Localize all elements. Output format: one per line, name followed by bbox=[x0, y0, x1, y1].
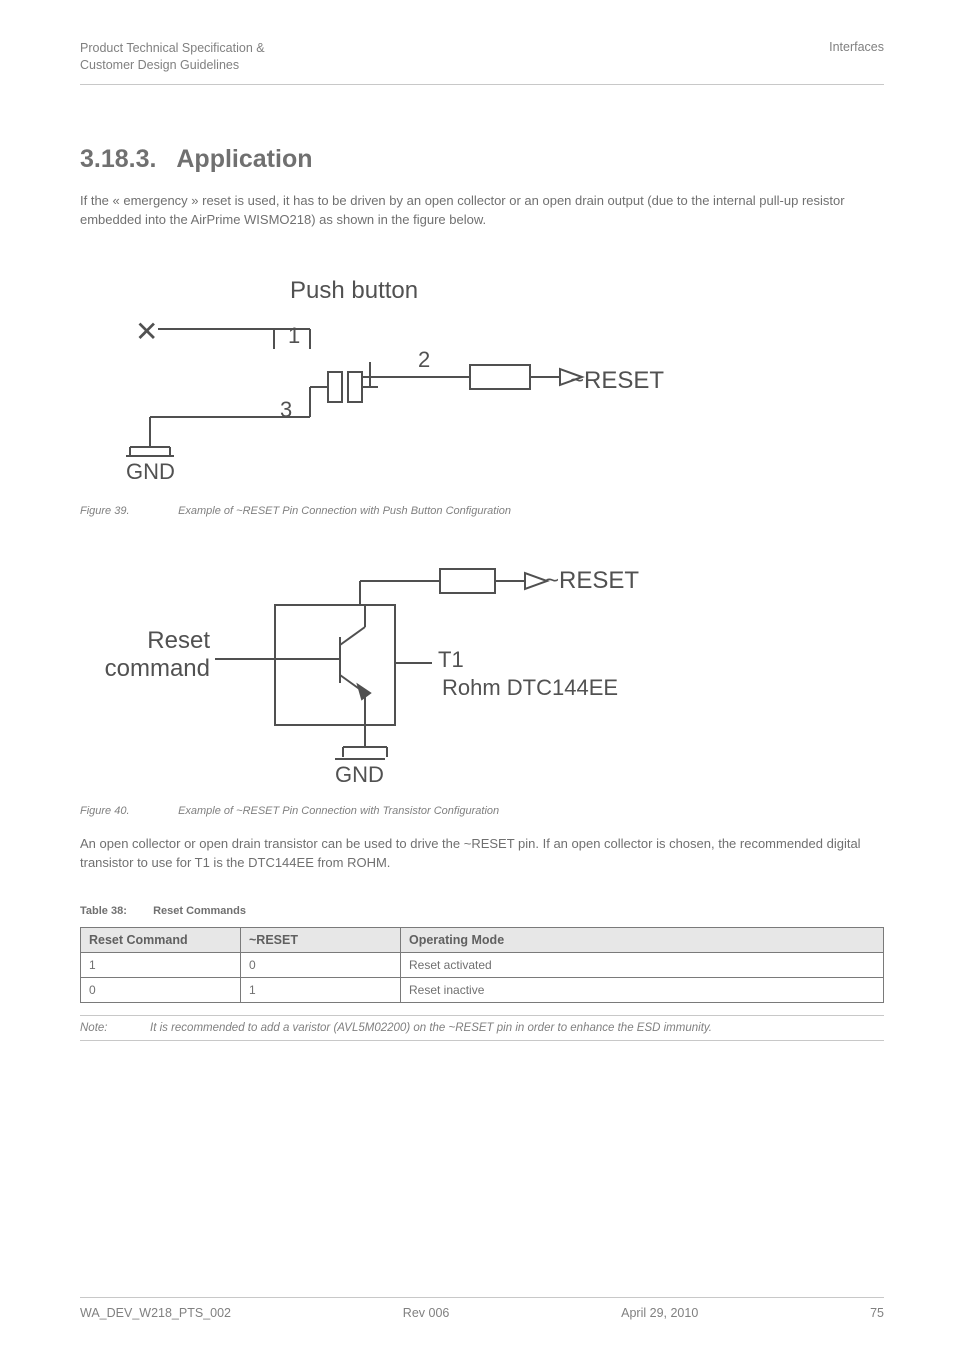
note: Note: It is recommended to add a varisto… bbox=[80, 1015, 884, 1041]
footer-date: April 29, 2010 bbox=[621, 1306, 698, 1320]
section-number: 3.18.3. bbox=[80, 145, 156, 173]
th-operating-mode: Operating Mode bbox=[401, 928, 884, 953]
cell: Reset inactive bbox=[401, 978, 884, 1003]
table-38-title: Table 38: Reset Commands bbox=[80, 905, 884, 917]
header-right: Interfaces bbox=[829, 40, 884, 74]
footer-doc-id: WA_DEV_W218_PTS_002 bbox=[80, 1306, 231, 1320]
header-line2: Customer Design Guidelines bbox=[80, 57, 265, 74]
table-row: 1 0 Reset activated bbox=[81, 953, 884, 978]
paragraph-2: An open collector or open drain transist… bbox=[80, 835, 884, 873]
cell: 0 bbox=[241, 953, 401, 978]
table-header-row: Reset Command ~RESET Operating Mode bbox=[81, 928, 884, 953]
th-reset: ~RESET bbox=[241, 928, 401, 953]
cell: 1 bbox=[241, 978, 401, 1003]
page-footer: WA_DEV_W218_PTS_002 Rev 006 April 29, 20… bbox=[80, 1297, 884, 1320]
note-text: It is recommended to add a varistor (AVL… bbox=[150, 1022, 884, 1034]
page-header: Product Technical Specification & Custom… bbox=[80, 40, 884, 85]
header-line1: Product Technical Specification & bbox=[80, 40, 265, 57]
figure-40-text: Example of ~RESET Pin Connection with Tr… bbox=[178, 805, 499, 817]
figure-transistor: ~RESET Reset command T1 Rohm DTC144EE GN… bbox=[80, 567, 720, 787]
note-label: Note: bbox=[80, 1022, 150, 1034]
reset-commands-table: Reset Command ~RESET Operating Mode 1 0 … bbox=[80, 927, 884, 1003]
header-left: Product Technical Specification & Custom… bbox=[80, 40, 265, 74]
figure-40-caption: Figure 40. Example of ~RESET Pin Connect… bbox=[80, 805, 884, 817]
section-title: 3.18.3. Application bbox=[80, 145, 884, 174]
push-button-schematic-icon bbox=[80, 277, 720, 487]
th-reset-command: Reset Command bbox=[81, 928, 241, 953]
figure-39-text: Example of ~RESET Pin Connection with Pu… bbox=[178, 505, 511, 517]
transistor-schematic-icon bbox=[80, 567, 720, 787]
table-38-text: Reset Commands bbox=[153, 905, 246, 917]
figure-40-number: Figure 40. bbox=[80, 805, 175, 817]
cell: 1 bbox=[81, 953, 241, 978]
page: Product Technical Specification & Custom… bbox=[0, 0, 954, 1350]
footer-rev: Rev 006 bbox=[403, 1306, 450, 1320]
cell: Reset activated bbox=[401, 953, 884, 978]
cell: 0 bbox=[81, 978, 241, 1003]
section-name: Application bbox=[176, 145, 312, 173]
figure-push-button: Push button ✕ 1 2 3 ~RESET GND bbox=[80, 277, 720, 487]
table-38-number: Table 38: bbox=[80, 905, 150, 917]
table-row: 0 1 Reset inactive bbox=[81, 978, 884, 1003]
figure-39-caption: Figure 39. Example of ~RESET Pin Connect… bbox=[80, 505, 884, 517]
figure-39-number: Figure 39. bbox=[80, 505, 175, 517]
footer-page-number: 75 bbox=[870, 1306, 884, 1320]
intro-paragraph: If the « emergency » reset is used, it h… bbox=[80, 192, 884, 230]
